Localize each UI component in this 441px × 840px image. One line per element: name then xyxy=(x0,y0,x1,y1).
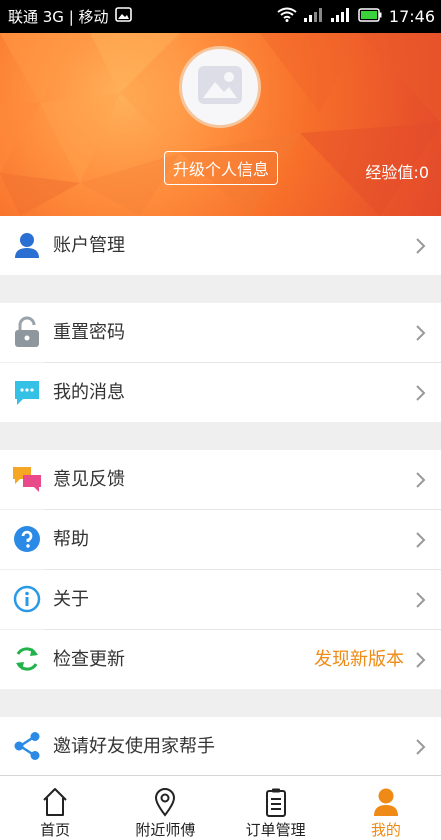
menu-item-check-update[interactable]: 检查更新 发现新版本 xyxy=(0,630,441,689)
status-left: 联通 3G | 移动 xyxy=(8,0,132,33)
location-pin-icon xyxy=(153,782,177,817)
menu-label-invite: 邀请好友使用家帮手 xyxy=(53,736,215,757)
menu-item-feedback[interactable]: 意见反馈 xyxy=(0,450,441,509)
clipboard-icon xyxy=(264,782,288,817)
clock-time: 17:46 xyxy=(388,7,435,26)
menu-label-reset-password: 重置密码 xyxy=(53,322,125,343)
unlock-icon xyxy=(12,316,42,347)
status-bar: 联通 3G | 移动 17:46 xyxy=(0,0,441,33)
tab-orders[interactable]: 订单管理 xyxy=(221,776,331,840)
chevron-right-icon xyxy=(411,384,429,402)
home-icon xyxy=(41,782,69,817)
menu-item-reset-password[interactable]: 重置密码 xyxy=(0,303,441,362)
chevron-right-icon xyxy=(411,531,429,549)
menu-item-about[interactable]: 关于 xyxy=(0,570,441,629)
battery-icon xyxy=(358,7,382,26)
tab-nearby[interactable]: 附近师傅 xyxy=(110,776,220,840)
chat-bubble-icon xyxy=(12,377,42,407)
menu-label-about: 关于 xyxy=(53,589,89,610)
menu-item-account[interactable]: 账户管理 xyxy=(0,216,441,275)
wifi-icon xyxy=(277,7,297,26)
menu-label-feedback: 意见反馈 xyxy=(53,469,125,490)
person-icon xyxy=(373,782,399,817)
tab-label-orders: 订单管理 xyxy=(245,821,306,839)
carrier-text: 联通 3G | 移动 xyxy=(8,8,109,26)
tab-home[interactable]: 首页 xyxy=(0,776,110,840)
menu-label-check-update: 检查更新 xyxy=(53,649,125,670)
share-icon xyxy=(12,731,42,761)
chevron-right-icon xyxy=(411,324,429,342)
experience-value: 经验值:0 xyxy=(365,163,429,182)
user-icon xyxy=(12,230,42,260)
help-icon xyxy=(12,524,42,554)
upgrade-profile-button[interactable]: 升级个人信息 xyxy=(164,151,278,185)
bottom-tab-bar: 首页 附近师傅 订单管理 我的 xyxy=(0,775,441,840)
chevron-right-icon xyxy=(411,651,429,669)
avatar[interactable] xyxy=(179,46,261,128)
signal-icon-2 xyxy=(330,7,351,26)
refresh-icon xyxy=(12,644,42,674)
chevron-right-icon xyxy=(411,237,429,255)
tab-label-mine: 我的 xyxy=(370,821,401,839)
chevron-right-icon xyxy=(411,471,429,489)
feedback-icon xyxy=(12,464,42,494)
menu-item-invite[interactable]: 邀请好友使用家帮手 xyxy=(0,717,441,776)
tab-mine[interactable]: 我的 xyxy=(331,776,441,840)
menu-label-account: 账户管理 xyxy=(53,235,125,256)
profile-header: 升级个人信息 经验值:0 xyxy=(0,33,441,216)
menu-label-help: 帮助 xyxy=(53,529,89,550)
new-version-badge: 发现新版本 xyxy=(314,649,404,670)
image-notification-icon xyxy=(114,7,132,26)
chevron-right-icon xyxy=(411,591,429,609)
signal-icon xyxy=(303,7,324,26)
menu-item-messages[interactable]: 我的消息 xyxy=(0,363,441,422)
status-right: 17:46 xyxy=(277,0,435,33)
info-icon xyxy=(12,584,42,614)
tab-label-home: 首页 xyxy=(40,821,71,839)
image-placeholder-icon xyxy=(197,65,243,109)
chevron-right-icon xyxy=(411,738,429,756)
menu-item-help[interactable]: 帮助 xyxy=(0,510,441,569)
menu-label-messages: 我的消息 xyxy=(53,382,125,403)
tab-label-nearby: 附近师傅 xyxy=(135,821,196,839)
